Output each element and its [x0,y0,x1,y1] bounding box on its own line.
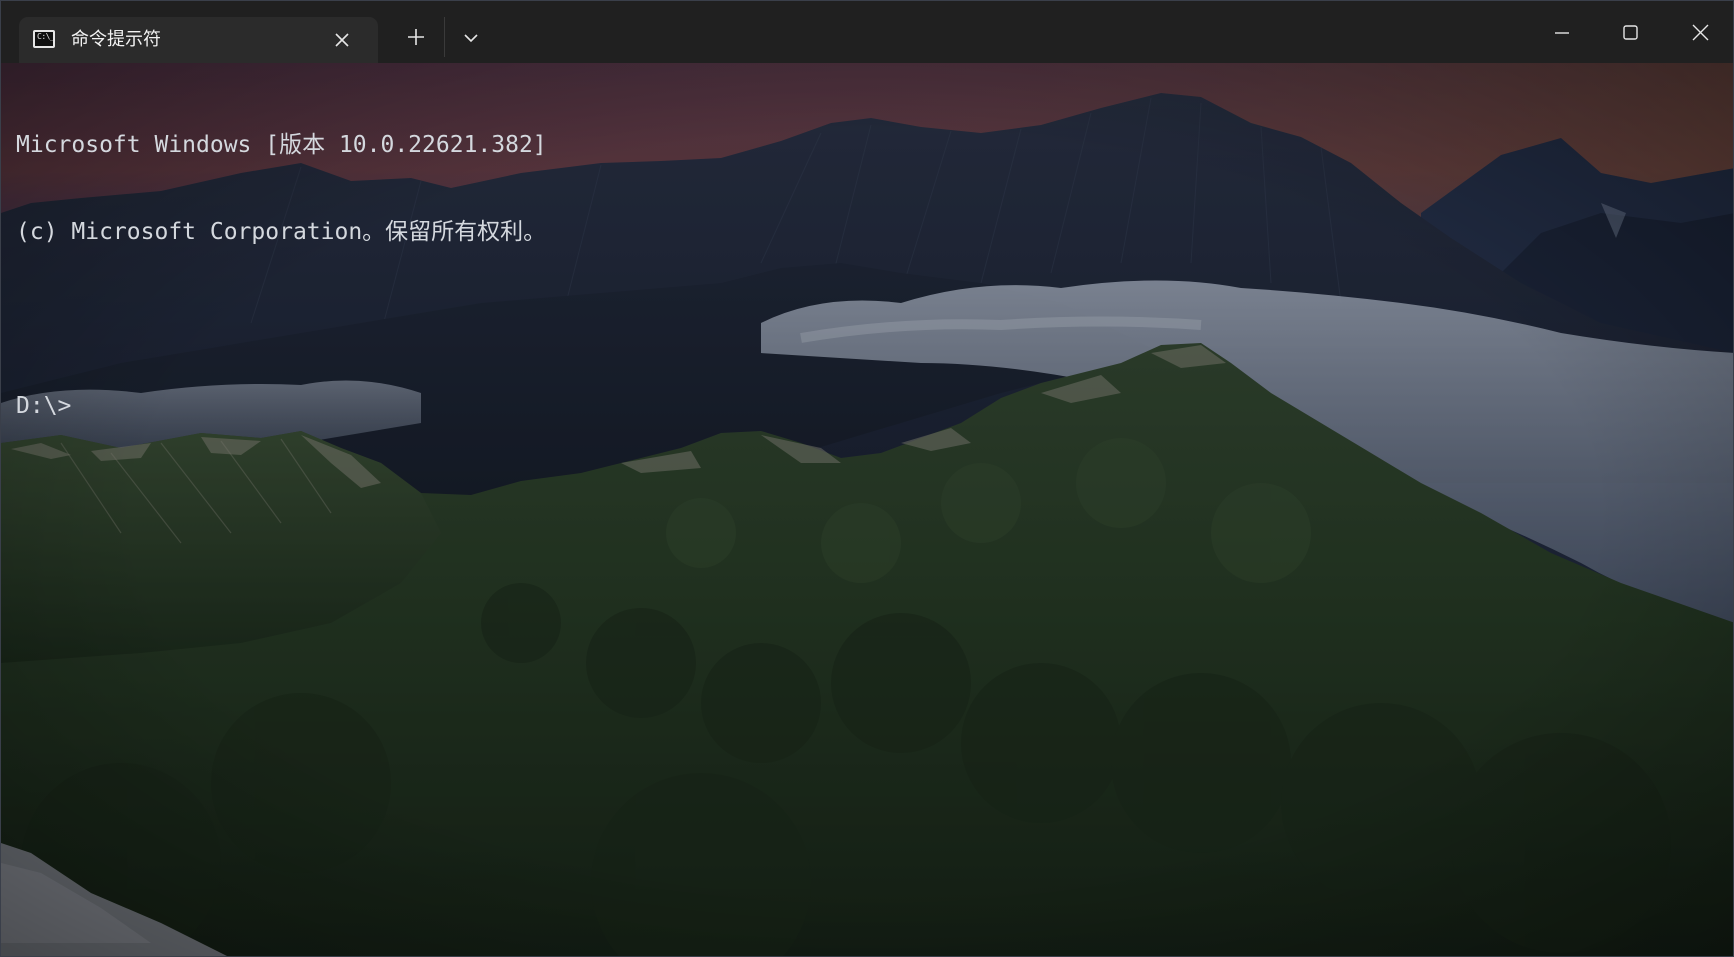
tab-command-prompt[interactable]: C:\_ 命令提示符 [19,17,378,63]
terminal-line: (c) Microsoft Corporation。保留所有权利。 [16,219,547,245]
maximize-icon [1623,25,1638,40]
close-icon [1692,24,1709,41]
terminal-output[interactable]: Microsoft Windows [版本 10.0.22621.382] (c… [16,73,547,479]
terminal-window: C:\_ 命令提示符 Microsoft Windows [版本 10.0.22… [0,0,1734,957]
close-window-button[interactable] [1677,9,1723,55]
minimize-button[interactable] [1539,9,1585,55]
title-bar[interactable]: C:\_ 命令提示符 [1,1,1733,63]
tab-title: 命令提示符 [71,29,161,50]
command-prompt-icon-glyph: C:\_ [37,32,55,41]
plus-icon [408,29,424,45]
terminal-pane[interactable]: Microsoft Windows [版本 10.0.22621.382] (c… [1,63,1733,956]
terminal-line: Microsoft Windows [版本 10.0.22621.382] [16,132,547,158]
minimize-icon [1555,32,1569,34]
terminal-prompt[interactable]: D:\> [16,392,547,421]
tab-close-button[interactable] [329,27,355,53]
command-prompt-icon: C:\_ [33,30,55,48]
chevron-down-icon [464,34,478,43]
tab-separator [444,17,445,57]
close-icon [335,33,349,47]
maximize-button[interactable] [1607,9,1653,55]
new-tab-button[interactable] [401,21,431,53]
profile-dropdown-button[interactable] [456,23,486,53]
